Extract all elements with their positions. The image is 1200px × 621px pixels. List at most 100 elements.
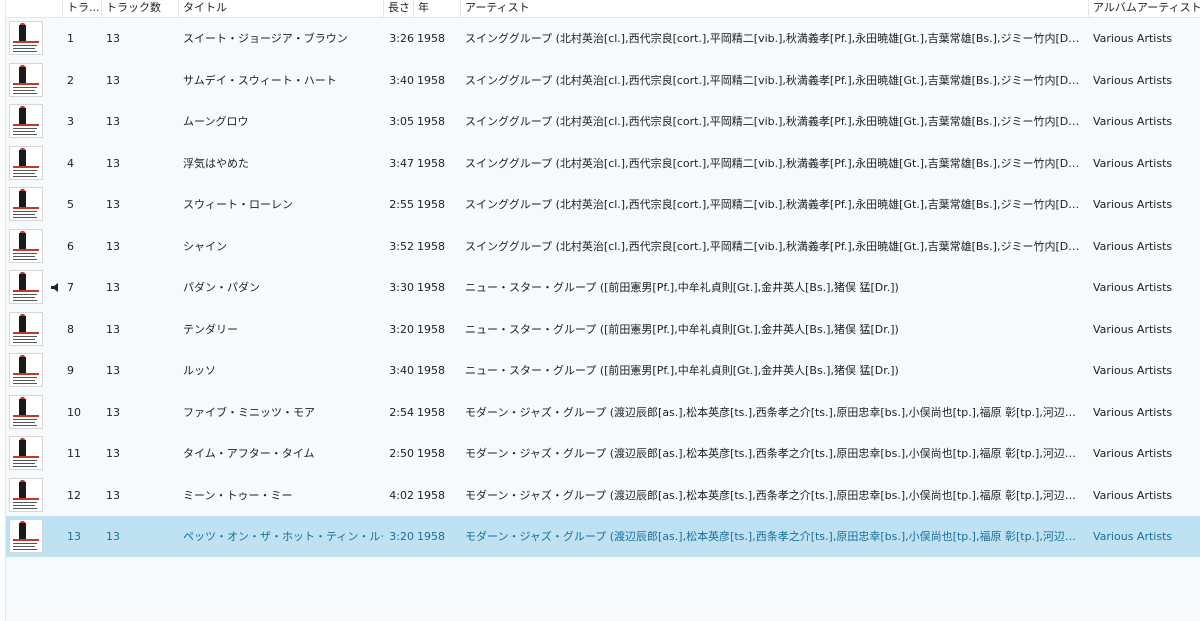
cell-length: 2:55 bbox=[389, 198, 414, 211]
cell-length: 3:05 bbox=[389, 115, 414, 128]
now-playing-speaker-icon bbox=[51, 283, 58, 292]
cell-album-artist: Various Artists bbox=[1093, 198, 1173, 211]
cell-artist: スインググループ (北村英治[cl.],西代宗良[cort.],平岡精二[vib… bbox=[465, 74, 1082, 87]
cell-album-artist: Various Artists bbox=[1093, 447, 1173, 460]
album-art-thumbnail bbox=[9, 478, 43, 512]
track-row[interactable]: 5 13 スウィート・ローレン 2:55 1958 スインググループ (北村英治[cl.]… bbox=[6, 184, 1200, 225]
cell-album-artist: Various Artists bbox=[1093, 281, 1173, 294]
cell-artist: ニュー・スター・グループ ([前田憲男[Pf.],中牟礼貞則[Gt.],金井英人… bbox=[465, 364, 899, 377]
cell-title: ルッソ bbox=[183, 364, 216, 377]
column-header-title[interactable]: タイトル bbox=[179, 0, 384, 17]
cell-length: 3:20 bbox=[389, 323, 414, 336]
cell-artist: ニュー・スター・グループ ([前田憲男[Pf.],中牟礼貞則[Gt.],金井英人… bbox=[465, 281, 899, 294]
cell-album-artist: Various Artists bbox=[1093, 115, 1173, 128]
cell-track-count: 13 bbox=[106, 364, 120, 377]
cell-year: 1958 bbox=[417, 32, 445, 45]
column-header-track-count[interactable]: トラック数 bbox=[102, 0, 179, 17]
track-row[interactable]: 6 13 シャイン 3:52 1958 スインググループ (北村英治[cl.],西代宗良[… bbox=[6, 226, 1200, 267]
cell-length: 3:40 bbox=[389, 364, 414, 377]
album-art-thumbnail bbox=[9, 63, 43, 97]
album-art-thumbnail bbox=[9, 104, 43, 138]
cell-title: テンダリー bbox=[183, 323, 238, 336]
album-art-thumbnail bbox=[9, 187, 43, 221]
cell-year: 1958 bbox=[417, 240, 445, 253]
cell-artist: モダーン・ジャズ・グループ (渡辺辰郎[as.],松本英彦[ts.],西条孝之介… bbox=[465, 530, 1082, 543]
cell-title: サムデイ・スウィート・ハート bbox=[183, 74, 337, 87]
album-art-thumbnail bbox=[9, 519, 43, 553]
track-row[interactable]: 8 13 テンダリー 3:20 1958 ニュー・スター・グループ ([前田憲男[Pf.]… bbox=[6, 309, 1200, 350]
column-header-artist[interactable]: アーティスト bbox=[461, 0, 1089, 17]
cell-length: 3:26 bbox=[389, 32, 414, 45]
cell-year: 1958 bbox=[417, 323, 445, 336]
cell-track-count: 13 bbox=[106, 198, 120, 211]
cell-track-count: 13 bbox=[106, 281, 120, 294]
cell-title: パダン・パダン bbox=[183, 281, 260, 294]
cell-track-number: 2 bbox=[67, 74, 74, 87]
cell-title: ペッツ・オン・ザ・ホット・ティン・ルーフ bbox=[183, 530, 383, 543]
column-header-row: トラ... トラック数 タイトル 長さ 年 アーティスト アルバムアーティスト bbox=[6, 0, 1200, 18]
cell-track-count: 13 bbox=[106, 489, 120, 502]
cell-track-count: 13 bbox=[106, 447, 120, 460]
track-list-table[interactable]: トラ... トラック数 タイトル 長さ 年 アーティスト アルバムアーティスト … bbox=[6, 0, 1200, 621]
column-header-album-art[interactable] bbox=[6, 0, 63, 17]
track-row[interactable]: 4 13 浮気はやめた 3:47 1958 スインググループ (北村英治[cl.],西代宗… bbox=[6, 143, 1200, 184]
cell-year: 1958 bbox=[417, 406, 445, 419]
album-art-thumbnail bbox=[9, 146, 43, 180]
cell-track-number: 7 bbox=[67, 281, 74, 294]
cell-length: 3:20 bbox=[389, 530, 414, 543]
track-row[interactable]: 3 13 ムーングロウ 3:05 1958 スインググループ (北村英治[cl.],西代宗… bbox=[6, 101, 1200, 142]
cell-title: スイート・ジョージア・ブラウン bbox=[183, 32, 348, 45]
track-row[interactable]: 7 13 パダン・パダン 3:30 1958 ニュー・スター・グループ ([前田憲男[Pf… bbox=[6, 267, 1200, 308]
cell-artist: スインググループ (北村英治[cl.],西代宗良[cort.],平岡精二[vib… bbox=[465, 198, 1082, 211]
cell-year: 1958 bbox=[417, 489, 445, 502]
cell-track-count: 13 bbox=[106, 157, 120, 170]
album-art-thumbnail bbox=[9, 395, 43, 429]
cell-title: スウィート・ローレン bbox=[183, 198, 293, 211]
album-art-thumbnail bbox=[9, 270, 43, 304]
cell-album-artist: Various Artists bbox=[1093, 489, 1173, 502]
cell-track-count: 13 bbox=[106, 530, 120, 543]
cell-album-artist: Various Artists bbox=[1093, 530, 1173, 543]
cell-album-artist: Various Artists bbox=[1093, 323, 1173, 336]
column-header-length[interactable]: 長さ bbox=[384, 0, 414, 17]
cell-track-number: 12 bbox=[67, 489, 81, 502]
cell-track-count: 13 bbox=[106, 74, 120, 87]
cell-year: 1958 bbox=[417, 198, 445, 211]
cell-length: 4:02 bbox=[389, 489, 414, 502]
cell-album-artist: Various Artists bbox=[1093, 157, 1173, 170]
cell-year: 1958 bbox=[417, 364, 445, 377]
cell-track-number: 6 bbox=[67, 240, 74, 253]
track-row[interactable]: 1 13 スイート・ジョージア・ブラウン 3:26 1958 スインググループ (北村英治… bbox=[6, 18, 1200, 59]
cell-track-number: 1 bbox=[67, 32, 74, 45]
album-art-thumbnail bbox=[9, 353, 43, 387]
cell-track-count: 13 bbox=[106, 115, 120, 128]
cell-album-artist: Various Artists bbox=[1093, 406, 1173, 419]
cell-artist: ニュー・スター・グループ ([前田憲男[Pf.],中牟礼貞則[Gt.],金井英人… bbox=[465, 323, 899, 336]
cell-album-artist: Various Artists bbox=[1093, 240, 1173, 253]
column-header-year[interactable]: 年 bbox=[414, 0, 461, 17]
cell-title: シャイン bbox=[183, 240, 227, 253]
track-row[interactable]: 12 13 ミーン・トゥー・ミー 4:02 1958 モダーン・ジャズ・グループ (渡辺辰… bbox=[6, 475, 1200, 516]
cell-track-count: 13 bbox=[106, 32, 120, 45]
cell-track-number: 11 bbox=[67, 447, 81, 460]
column-header-track[interactable]: トラ... bbox=[63, 0, 102, 17]
cell-artist: スインググループ (北村英治[cl.],西代宗良[cort.],平岡精二[vib… bbox=[465, 32, 1082, 45]
cell-year: 1958 bbox=[417, 74, 445, 87]
cell-length: 2:50 bbox=[389, 447, 414, 460]
track-row[interactable]: 2 13 サムデイ・スウィート・ハート 3:40 1958 スインググループ (北村英治[… bbox=[6, 60, 1200, 101]
cell-track-count: 13 bbox=[106, 240, 120, 253]
cell-year: 1958 bbox=[417, 115, 445, 128]
album-art-thumbnail bbox=[9, 21, 43, 55]
cell-album-artist: Various Artists bbox=[1093, 74, 1173, 87]
track-row[interactable]: 13 13 ペッツ・オン・ザ・ホット・ティン・ルーフ 3:20 1958 モダーン・ジャズ… bbox=[6, 516, 1200, 557]
cell-track-number: 3 bbox=[67, 115, 74, 128]
track-row[interactable]: 11 13 タイム・アフター・タイム 2:50 1958 モダーン・ジャズ・グループ (渡… bbox=[6, 433, 1200, 474]
column-header-album-artist[interactable]: アルバムアーティスト bbox=[1089, 0, 1200, 17]
album-art-thumbnail bbox=[9, 229, 43, 263]
cell-title: タイム・アフター・タイム bbox=[183, 447, 315, 460]
cell-title: ミーン・トゥー・ミー bbox=[183, 489, 293, 502]
track-row[interactable]: 9 13 ルッソ 3:40 1958 ニュー・スター・グループ ([前田憲男[Pf.],中… bbox=[6, 350, 1200, 391]
track-row[interactable]: 10 13 ファイブ・ミニッツ・モア 2:54 1958 モダーン・ジャズ・グループ (渡… bbox=[6, 392, 1200, 433]
cell-track-number: 10 bbox=[67, 406, 81, 419]
cell-length: 2:54 bbox=[389, 406, 414, 419]
